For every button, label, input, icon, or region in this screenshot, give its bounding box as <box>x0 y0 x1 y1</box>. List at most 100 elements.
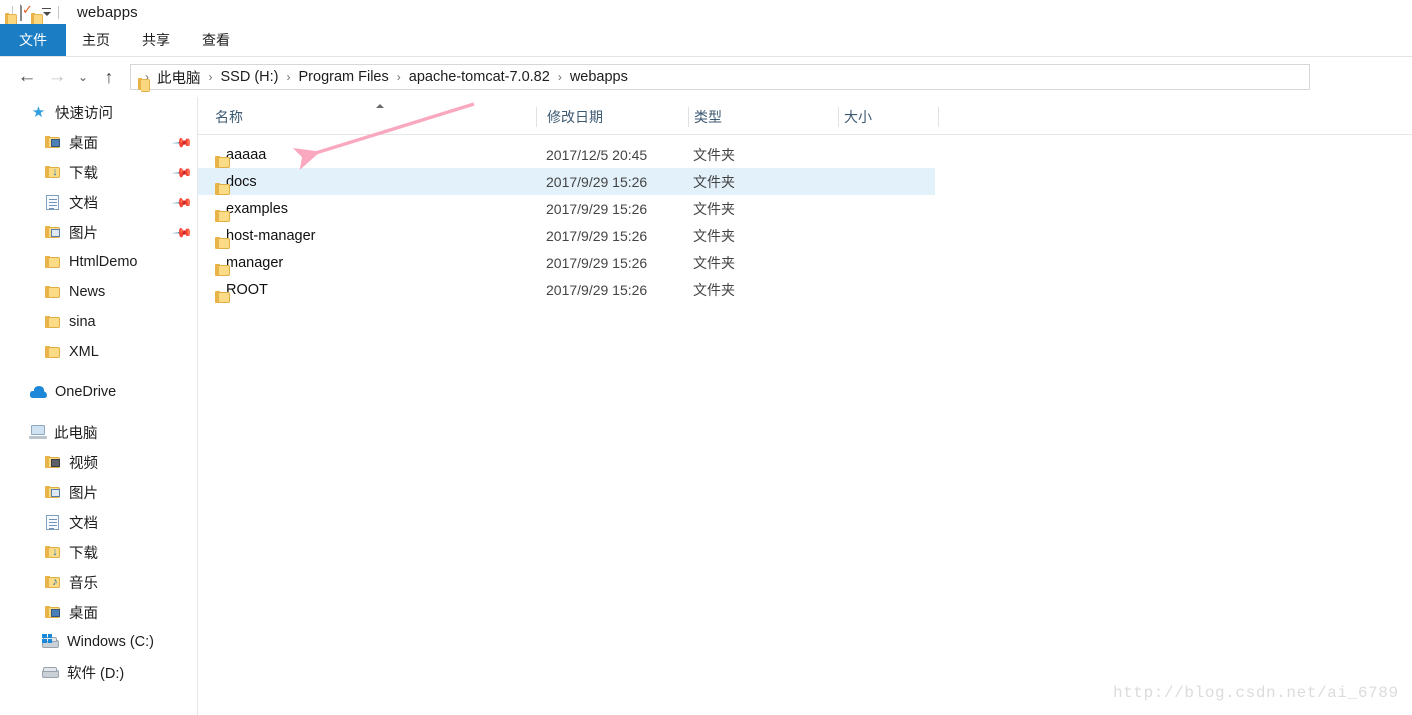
file-type: 文件夹 <box>693 254 735 271</box>
sidebar-item-software-d[interactable]: 软件 (D:) <box>0 657 197 687</box>
sidebar-group-this-pc[interactable]: 此电脑 <box>0 417 197 447</box>
column-divider-2[interactable] <box>688 107 689 127</box>
sidebar-item-downloads[interactable]: ↓ 下载 <box>0 537 197 567</box>
breadcrumb-sep-1: › <box>208 70 213 84</box>
file-name-cell[interactable]: aaaaa <box>215 146 267 168</box>
pin-icon[interactable]: 📌 <box>172 222 194 244</box>
back-button[interactable]: ← <box>12 62 42 92</box>
folder-pictures-icon <box>44 224 61 241</box>
pin-icon[interactable]: 📌 <box>172 132 194 154</box>
breadcrumb-item-2[interactable]: Program Files <box>296 69 392 85</box>
file-name-cell[interactable]: docs <box>215 173 257 195</box>
file-date: 2017/9/29 15:26 <box>546 281 648 298</box>
table-row[interactable]: examples 2017/9/29 15:26 文件夹 <box>198 195 1412 222</box>
sidebar-item-desktop-qa[interactable]: 桌面 📌 <box>0 127 197 157</box>
navigation-pane[interactable]: ★ 快速访问 桌面 📌 ↓ 下载 📌 文档 📌 图片 📌 HtmlDemo Ne… <box>0 97 197 715</box>
up-button[interactable]: ↑ <box>94 62 124 92</box>
file-name-cell[interactable]: examples <box>215 200 289 222</box>
sidebar-item-label: 视频 <box>69 455 98 472</box>
column-divider-4[interactable] <box>938 107 939 127</box>
file-name: examples <box>226 200 289 217</box>
checked-document-icon[interactable]: ✓ <box>20 2 33 21</box>
table-row[interactable]: ROOT 2017/9/29 15:26 文件夹 <box>198 276 1412 303</box>
column-header-date[interactable]: 修改日期 <box>547 100 603 134</box>
file-name-cell[interactable]: ROOT <box>215 282 268 303</box>
sidebar-item-label: 桌面 <box>69 605 98 622</box>
recent-locations-button[interactable]: ⌄ <box>72 62 94 92</box>
sidebar-item-pictures[interactable]: 图片 <box>0 477 197 507</box>
column-divider-3[interactable] <box>838 107 839 127</box>
column-header-divider <box>198 134 1412 135</box>
sidebar-item-label: 文档 <box>69 515 98 532</box>
folder-music-icon: ♪ <box>44 574 61 591</box>
file-list[interactable]: aaaaa 2017/12/5 20:45 文件夹 docs 2017/9/29… <box>198 141 1412 701</box>
file-date: 2017/9/29 15:26 <box>546 173 648 190</box>
sidebar-group-quick-access[interactable]: ★ 快速访问 <box>0 97 197 127</box>
sidebar-item-pictures-qa[interactable]: 图片 📌 <box>0 217 197 247</box>
column-header-size[interactable]: 大小 <box>844 100 872 134</box>
tab-file[interactable]: 文件 <box>0 24 66 56</box>
table-row[interactable]: aaaaa 2017/12/5 20:45 文件夹 <box>198 141 1412 168</box>
document-icon <box>44 514 61 531</box>
breadcrumb-item-3[interactable]: apache-tomcat-7.0.82 <box>406 69 553 85</box>
file-name: docs <box>226 173 257 190</box>
sidebar-item-label: HtmlDemo <box>69 254 138 270</box>
tab-home[interactable]: 主页 <box>66 24 126 56</box>
sidebar-item-label: 桌面 <box>69 135 98 152</box>
file-name-cell[interactable]: manager <box>215 254 284 276</box>
sidebar-item-label: 软件 (D:) <box>67 665 125 682</box>
breadcrumb-sep-3: › <box>396 70 401 84</box>
folder-download-icon: ↓ <box>44 544 61 561</box>
sidebar-item-sina[interactable]: sina <box>0 307 197 337</box>
folder-download-icon: ↓ <box>44 164 61 181</box>
document-icon <box>44 194 61 211</box>
folder-desktop-icon <box>44 604 61 621</box>
sidebar-group-onedrive[interactable]: OneDrive <box>0 377 197 407</box>
sidebar-item-news[interactable]: News <box>0 277 197 307</box>
tab-share[interactable]: 共享 <box>126 24 186 56</box>
sidebar-item-label: 下载 <box>69 545 98 562</box>
file-name-cell[interactable]: host-manager <box>215 227 316 249</box>
drive-windows-icon <box>42 634 59 651</box>
sidebar-item-windows-c[interactable]: Windows (C:) <box>0 627 197 657</box>
table-row[interactable]: docs 2017/9/29 15:26 文件夹 <box>198 168 935 195</box>
column-header-name[interactable]: 名称 <box>215 100 243 134</box>
sidebar-item-documents[interactable]: 文档 <box>0 507 197 537</box>
sidebar-item-desktop[interactable]: 桌面 <box>0 597 197 627</box>
cloud-icon <box>30 384 47 401</box>
file-name: manager <box>226 254 284 271</box>
file-type: 文件夹 <box>693 227 735 244</box>
folder-desktop-icon <box>44 134 61 151</box>
tab-view[interactable]: 查看 <box>186 24 246 56</box>
table-row[interactable]: host-manager 2017/9/29 15:26 文件夹 <box>198 222 1412 249</box>
pin-icon[interactable]: 📌 <box>172 192 194 214</box>
sidebar-item-documents-qa[interactable]: 文档 📌 <box>0 187 197 217</box>
sidebar-item-label: Windows (C:) <box>67 634 155 650</box>
drive-icon <box>42 664 59 681</box>
quick-access-toolbar: ✓ <box>0 0 66 24</box>
breadcrumb-item-4[interactable]: webapps <box>567 69 631 85</box>
title-bar: ✓ webapps <box>0 0 1412 24</box>
pin-icon[interactable]: 📌 <box>172 162 194 184</box>
watermark: http://blog.csdn.net/ai_6789 <box>1113 684 1399 702</box>
sidebar-item-videos[interactable]: 视频 <box>0 447 197 477</box>
table-row[interactable]: manager 2017/9/29 15:26 文件夹 <box>198 249 1412 276</box>
sidebar-item-xml[interactable]: XML <box>0 337 197 367</box>
file-date: 2017/12/5 20:45 <box>546 146 648 163</box>
folder-pictures-icon <box>44 484 61 501</box>
sidebar-item-htmldemo[interactable]: HtmlDemo <box>0 247 197 277</box>
breadcrumb-item-1[interactable]: SSD (H:) <box>218 69 282 85</box>
forward-button[interactable]: → <box>42 62 72 92</box>
breadcrumb[interactable]: › 此电脑 › SSD (H:) › Program Files › apach… <box>130 64 1310 90</box>
breadcrumb-item-0[interactable]: 此电脑 <box>154 67 204 88</box>
file-name: host-manager <box>226 227 316 244</box>
sidebar-item-music[interactable]: ♪ 音乐 <box>0 567 197 597</box>
qat-divider-2 <box>58 5 59 19</box>
customize-quick-access-toolbar-icon[interactable] <box>42 8 51 16</box>
sidebar-item-label: 图片 <box>69 225 98 242</box>
column-divider-1[interactable] <box>536 107 537 127</box>
column-header-type[interactable]: 类型 <box>694 100 722 134</box>
sidebar-item-label: 音乐 <box>69 575 98 592</box>
file-name: aaaaa <box>226 146 267 163</box>
sidebar-item-downloads-qa[interactable]: ↓ 下载 📌 <box>0 157 197 187</box>
